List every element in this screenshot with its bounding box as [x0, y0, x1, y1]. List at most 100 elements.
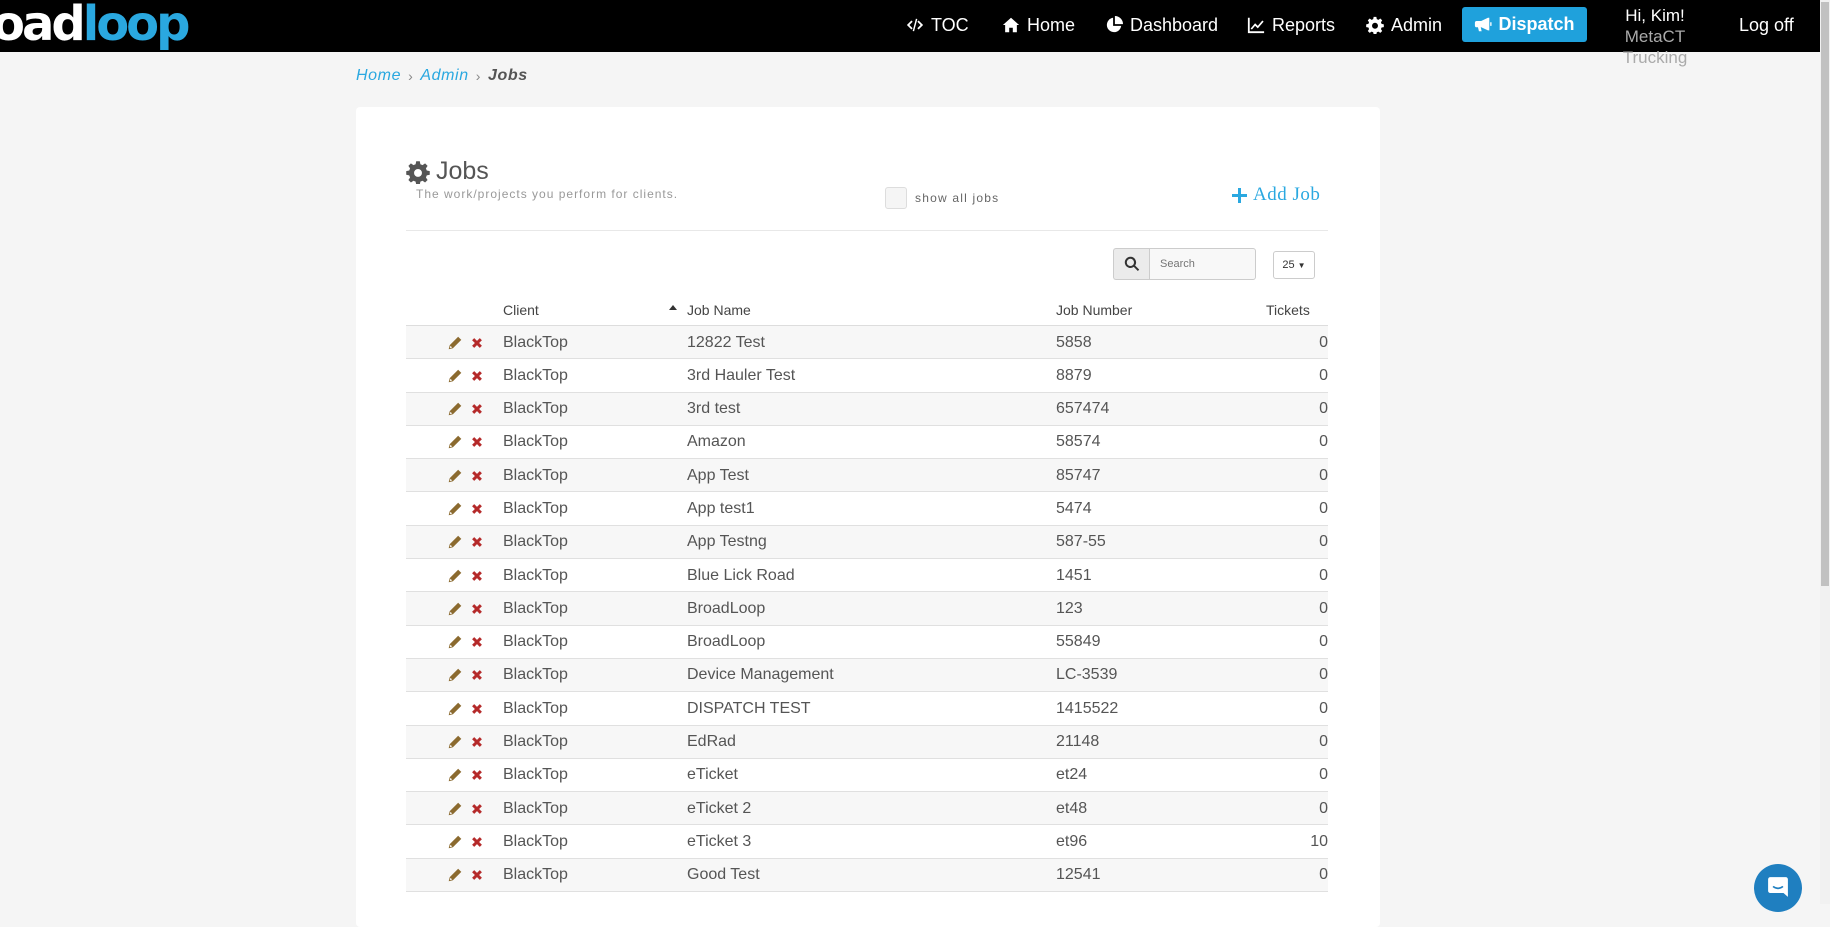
cell-client: BlackTop [503, 566, 568, 584]
cell-job-name: App Testng [687, 533, 767, 551]
page-size-dropdown[interactable]: 25 ▼ [1273, 251, 1315, 279]
search-input[interactable] [1149, 248, 1256, 280]
breadcrumb-separator-icon: › [408, 68, 414, 84]
delete-button[interactable] [470, 559, 484, 592]
edit-button[interactable] [448, 759, 462, 792]
column-header-tickets[interactable]: Tickets [1266, 302, 1310, 318]
table-row[interactable]: BlackTop eTicket 2 et48 0 [406, 792, 1328, 826]
table-row[interactable]: BlackTop eTicket et24 0 [406, 759, 1328, 793]
table-row[interactable]: BlackTop App test1 5474 0 [406, 492, 1328, 526]
cell-tickets: 0 [1319, 366, 1328, 384]
table-row[interactable]: BlackTop 3rd Hauler Test 8879 0 [406, 359, 1328, 393]
cell-job-name: BroadLoop [687, 633, 766, 651]
delete-button[interactable] [470, 492, 484, 525]
delete-button[interactable] [470, 659, 484, 692]
nav-admin[interactable]: Admin [1366, 0, 1442, 50]
cell-job-name: EdRad [687, 733, 736, 751]
edit-button[interactable] [448, 426, 462, 459]
close-icon [472, 770, 482, 781]
column-header-client[interactable]: Client [503, 302, 539, 318]
table-row[interactable]: BlackTop Blue Lick Road 1451 0 [406, 559, 1328, 593]
show-all-checkbox[interactable] [885, 187, 907, 209]
cell-client: BlackTop [503, 666, 568, 684]
column-header-job-name[interactable]: Job Name [687, 302, 751, 318]
pencil-icon [448, 535, 462, 549]
logoff-link[interactable]: Log off [1739, 0, 1794, 50]
table-row[interactable]: BlackTop BroadLoop 123 0 [406, 592, 1328, 626]
nav-reports[interactable]: Reports [1247, 0, 1335, 50]
close-icon [472, 803, 482, 814]
cell-job-number: 12541 [1056, 866, 1101, 884]
delete-button[interactable] [470, 592, 484, 625]
edit-button[interactable] [448, 492, 462, 525]
breadcrumb-admin[interactable]: Admin [420, 67, 468, 85]
edit-button[interactable] [448, 459, 462, 492]
nav-reports-label: Reports [1272, 14, 1336, 35]
table-row[interactable]: BlackTop Device Management LC-3539 0 [406, 658, 1328, 693]
delete-button[interactable] [470, 426, 484, 459]
search-button[interactable] [1113, 248, 1149, 280]
edit-button[interactable] [448, 359, 462, 392]
brand-logo[interactable]: oad loop [0, 0, 190, 52]
cell-tickets: 0 [1319, 799, 1328, 817]
table-row[interactable]: BlackTop App Test 85747 0 [406, 459, 1328, 493]
chat-launcher-button[interactable] [1754, 864, 1802, 912]
table-row[interactable]: BlackTop Good Test 12541 0 [406, 858, 1328, 893]
close-icon [472, 570, 482, 581]
table-row[interactable]: BlackTop App Testng 587-55 0 [406, 525, 1328, 560]
table-row[interactable]: BlackTop 12822 Test 5858 0 [406, 326, 1328, 360]
nav-dashboard[interactable]: Dashboard [1105, 0, 1218, 50]
delete-button[interactable] [470, 726, 484, 759]
table-row[interactable]: BlackTop BroadLoop 55849 0 [406, 626, 1328, 659]
edit-button[interactable] [448, 825, 462, 858]
add-job-button[interactable]: Add Job [1232, 184, 1320, 206]
page-scrollbar[interactable] [1820, 0, 1830, 904]
edit-button[interactable] [448, 692, 462, 725]
delete-button[interactable] [470, 459, 484, 492]
table-row[interactable]: BlackTop DISPATCH TEST 1415522 0 [406, 692, 1328, 726]
nav-toc[interactable]: TOC [906, 0, 969, 50]
delete-button[interactable] [470, 393, 484, 426]
cell-job-number: et48 [1056, 799, 1088, 817]
table-row[interactable]: BlackTop Amazon 58574 0 [406, 426, 1328, 460]
dispatch-button[interactable]: Dispatch [1462, 7, 1587, 42]
edit-button[interactable] [448, 792, 462, 825]
delete-button[interactable] [470, 759, 484, 792]
delete-button[interactable] [470, 359, 484, 392]
pencil-icon [448, 469, 462, 482]
breadcrumb-home[interactable]: Home [356, 67, 401, 85]
nav-toc-label: TOC [931, 14, 969, 35]
gear-icon [406, 160, 430, 184]
edit-button[interactable] [448, 592, 462, 625]
show-all-jobs-toggle[interactable]: show all jobs [885, 187, 999, 209]
edit-button[interactable] [448, 626, 462, 659]
edit-button[interactable] [448, 659, 462, 692]
cell-client: BlackTop [503, 599, 568, 617]
table-row[interactable]: BlackTop EdRad 21148 0 [406, 725, 1328, 759]
cell-job-number: et96 [1056, 832, 1088, 850]
table-row[interactable]: BlackTop eTicket 3 et96 10 [406, 825, 1328, 859]
column-header-job-number[interactable]: Job Number [1056, 302, 1132, 318]
cell-job-number: 1415522 [1056, 699, 1119, 717]
close-icon [472, 370, 482, 381]
delete-button[interactable] [470, 859, 484, 892]
delete-button[interactable] [470, 526, 484, 559]
brand-logo-part1: oad [0, 0, 86, 52]
gear-icon [1366, 16, 1384, 34]
edit-button[interactable] [448, 393, 462, 426]
delete-button[interactable] [470, 326, 484, 359]
delete-button[interactable] [470, 792, 484, 825]
delete-button[interactable] [470, 825, 484, 858]
edit-button[interactable] [448, 326, 462, 359]
user-greeting[interactable]: Hi, Kim! MetaCT Trucking [1592, 5, 1718, 68]
delete-button[interactable] [470, 626, 484, 659]
edit-button[interactable] [448, 726, 462, 759]
edit-button[interactable] [448, 559, 462, 592]
nav-home[interactable]: Home [1002, 0, 1075, 50]
edit-button[interactable] [448, 859, 462, 892]
pencil-icon [448, 436, 462, 449]
table-row[interactable]: BlackTop 3rd test 657474 0 [406, 392, 1328, 426]
edit-button[interactable] [448, 526, 462, 559]
delete-button[interactable] [470, 692, 484, 725]
scrollbar-thumb[interactable] [1821, 2, 1829, 586]
